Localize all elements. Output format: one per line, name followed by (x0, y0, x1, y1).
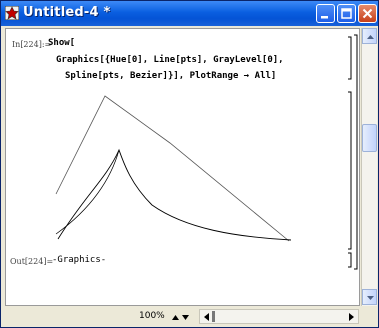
bezier-spline (55, 148, 292, 241)
horizontal-scroll-thumb[interactable] (212, 311, 215, 322)
output-value: -Graphics- (52, 255, 107, 265)
mathematica-app-icon (5, 6, 19, 20)
vertical-scrollbar[interactable] (361, 28, 377, 306)
horizontal-scrollbar[interactable] (199, 309, 359, 324)
notebook-window: Untitled-4 * In[224]:= Show[ Graphics[{H… (0, 0, 379, 328)
scroll-up-icon (367, 35, 374, 39)
zoom-stepper[interactable] (171, 312, 191, 322)
window-title: Untitled-4 * (23, 5, 111, 20)
minimize-icon (321, 16, 328, 19)
status-bar: 100% (1, 307, 378, 327)
title-bar[interactable]: Untitled-4 * (1, 1, 378, 26)
maximize-icon (341, 8, 352, 19)
notebook-content[interactable]: In[224]:= Show[ Graphics[{Hue[0], Line[p… (5, 28, 360, 306)
scroll-up-button[interactable] (362, 28, 377, 44)
zoom-level: 100% (139, 311, 165, 321)
scroll-down-button[interactable] (362, 289, 377, 305)
red-polyline (55, 95, 290, 242)
zoom-up-icon[interactable] (172, 315, 179, 320)
vertical-scroll-thumb[interactable] (362, 124, 377, 152)
cell-brackets (348, 34, 358, 270)
minimize-button[interactable] (316, 4, 335, 23)
zoom-down-icon[interactable] (182, 315, 189, 320)
close-button[interactable] (358, 4, 377, 23)
scroll-right-icon[interactable] (346, 312, 356, 322)
scroll-down-icon (367, 296, 374, 300)
scroll-left-icon[interactable] (202, 312, 212, 322)
output-cell-label: Out[224]= (10, 257, 54, 266)
maximize-button[interactable] (337, 4, 356, 23)
close-icon (362, 8, 373, 19)
